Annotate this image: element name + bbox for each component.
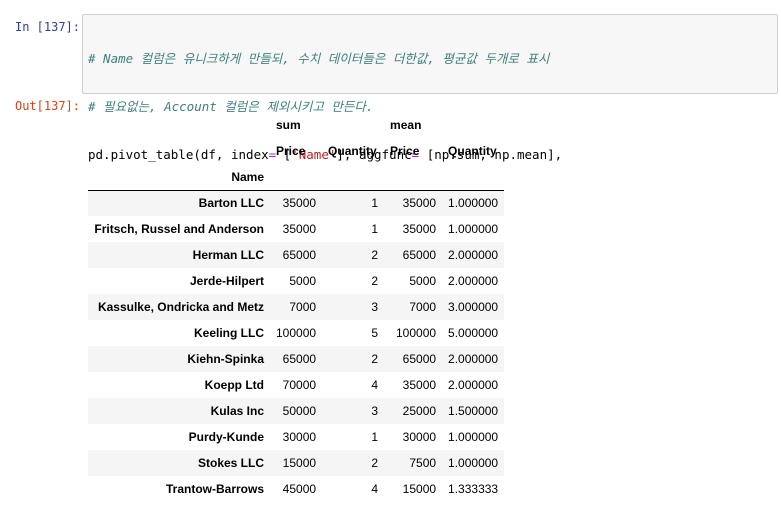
mean-quantity-cell: 2.000000 <box>448 352 499 366</box>
sum-price-cell: 7000 <box>289 300 317 314</box>
mean-quantity-cell: 2.000000 <box>448 248 499 262</box>
table-row: Kiehn-Spinka 65000 2 65000 2.000000 <box>88 346 505 372</box>
mean-price-cell: 35000 <box>402 378 437 392</box>
sum-price-cell: 35000 <box>282 222 317 236</box>
pivot-table: sum mean Price Quantity Price Quantity N… <box>88 112 505 502</box>
header-cell-price: Price <box>276 144 306 158</box>
header-cell <box>442 112 504 138</box>
mean-price-cell: 5000 <box>409 274 437 288</box>
row-name-cell: Trantow-Barrows <box>165 482 264 496</box>
row-name-cell: Fritsch, Russel and Anderson <box>94 222 264 236</box>
code-comment-line: # Name 컬럼은 유니크하게 만들되, 수치 데이터들은 더한값, 평균값 … <box>88 51 550 66</box>
header-cell <box>322 112 384 138</box>
header-cell <box>322 164 385 191</box>
mean-price-cell: 65000 <box>402 248 437 262</box>
table-row: Stokes LLC 15000 2 7500 1.000000 <box>88 450 505 476</box>
sum-price-cell: 15000 <box>282 456 317 470</box>
mean-quantity-cell: 3.000000 <box>448 300 499 314</box>
table-row: Kassulke, Ondricka and Metz 7000 3 7000 3.00… <box>88 294 505 320</box>
sum-price-cell: 35000 <box>282 196 317 211</box>
mean-quantity-cell: 5.000000 <box>448 326 499 340</box>
sum-price-cell: 100000 <box>276 326 317 340</box>
table-row: Jerde-Hilpert 5000 2 5000 2.000000 <box>88 268 504 294</box>
row-name-cell: Barton LLC <box>198 196 264 211</box>
header-cell-quantity: Quantity <box>448 144 497 158</box>
mean-price-cell: 15000 <box>402 482 437 496</box>
row-name-cell: Kulas Inc <box>210 404 264 418</box>
table-row: Barton LLC 35000 1 35000 1.000000 <box>88 190 505 216</box>
sum-price-cell: 65000 <box>282 352 317 366</box>
sum-quantity-cell: 3 <box>371 404 379 418</box>
sum-price-cell: 30000 <box>282 430 317 444</box>
row-name-cell: Purdy-Kunde <box>188 430 264 444</box>
sum-quantity-cell: 3 <box>371 300 379 314</box>
sum-price-cell: 50000 <box>282 404 317 418</box>
mean-price-cell: 100000 <box>396 326 437 340</box>
table-body: Barton LLC 35000 1 35000 1.000000 Fritsch, Ru… <box>88 190 505 502</box>
code-cell-editor[interactable]: # Name 컬럼은 유니크하게 만들되, 수치 데이터들은 더한값, 평균값 … <box>82 14 778 210</box>
row-name-cell: Kassulke, Ondricka and Metz <box>97 300 264 314</box>
mean-price-cell: 30000 <box>402 430 437 444</box>
sum-price-cell: 45000 <box>282 482 317 496</box>
mean-quantity-cell: 1.000000 <box>448 222 499 236</box>
mean-quantity-cell: 1.000000 <box>448 456 499 470</box>
mean-price-cell: 7500 <box>409 456 437 470</box>
header-row-index-name: Name <box>88 164 505 191</box>
mean-quantity-cell: 1.000000 <box>448 196 499 211</box>
sum-quantity-cell: 1 <box>371 196 379 211</box>
table-row: Fritsch, Russel and Anderson 35000 1 35000 1… <box>88 216 504 242</box>
sum-quantity-cell: 2 <box>371 274 379 288</box>
table-row: Trantow-Barrows 45000 4 15000 1.333333 <box>88 476 504 502</box>
mean-quantity-cell: 2.000000 <box>448 378 499 392</box>
mean-price-cell: 35000 <box>402 196 437 211</box>
header-cell-price: Price <box>390 144 420 158</box>
header-cell <box>442 164 505 191</box>
mean-quantity-cell: 2.000000 <box>448 274 499 288</box>
header-cell <box>88 138 270 164</box>
mean-price-cell: 25000 <box>402 404 437 418</box>
sum-price-cell: 65000 <box>282 248 317 262</box>
input-prompt: In [137]: <box>14 20 80 34</box>
header-row-level0: sum mean <box>88 112 504 138</box>
sum-quantity-cell: 2 <box>371 248 379 262</box>
table-row: Herman LLC 65000 2 65000 2.000000 <box>88 242 505 268</box>
mean-price-cell: 65000 <box>402 352 437 366</box>
mean-quantity-cell: 1.000000 <box>448 430 499 444</box>
row-name-cell: Keeling LLC <box>193 326 264 340</box>
sum-quantity-cell: 4 <box>371 482 379 496</box>
output-prompt: Out[137]: <box>14 99 80 113</box>
header-cell-quantity: Quantity <box>328 144 377 158</box>
sum-quantity-cell: 1 <box>371 222 379 236</box>
header-cell-sum: sum <box>276 118 301 132</box>
row-name-cell: Jerde-Hilpert <box>189 274 264 288</box>
row-name-cell: Kiehn-Spinka <box>187 352 264 366</box>
sum-quantity-cell: 2 <box>371 352 379 366</box>
table-row: Kulas Inc 50000 3 25000 1.500000 <box>88 398 505 424</box>
sum-quantity-cell: 1 <box>371 430 379 444</box>
sum-quantity-cell: 4 <box>371 378 379 392</box>
row-name-cell: Stokes LLC <box>197 456 264 470</box>
sum-quantity-cell: 2 <box>371 456 379 470</box>
mean-price-cell: 35000 <box>402 222 437 236</box>
output-area: sum mean Price Quantity Price Quantity N… <box>88 112 505 502</box>
header-cell <box>384 164 443 191</box>
row-name-cell: Herman LLC <box>192 248 264 262</box>
sum-quantity-cell: 5 <box>371 326 379 340</box>
table-row: Purdy-Kunde 30000 1 30000 1.000000 <box>88 424 504 450</box>
mean-price-cell: 7000 <box>409 300 437 314</box>
mean-quantity-cell: 1.500000 <box>448 404 499 418</box>
header-row-level1: Price Quantity Price Quantity <box>88 138 504 164</box>
sum-price-cell: 70000 <box>282 378 317 392</box>
index-name-header: Name <box>88 164 270 191</box>
mean-quantity-cell: 1.333333 <box>448 482 499 496</box>
table-row: Koepp Ltd 70000 4 35000 2.000000 <box>88 372 504 398</box>
header-cell-mean: mean <box>390 118 422 132</box>
table-row: Keeling LLC 100000 5 100000 5.000000 <box>88 320 504 346</box>
header-cell <box>88 112 270 138</box>
header-cell <box>270 164 323 191</box>
row-name-cell: Koepp Ltd <box>204 378 264 392</box>
sum-price-cell: 5000 <box>289 274 317 288</box>
